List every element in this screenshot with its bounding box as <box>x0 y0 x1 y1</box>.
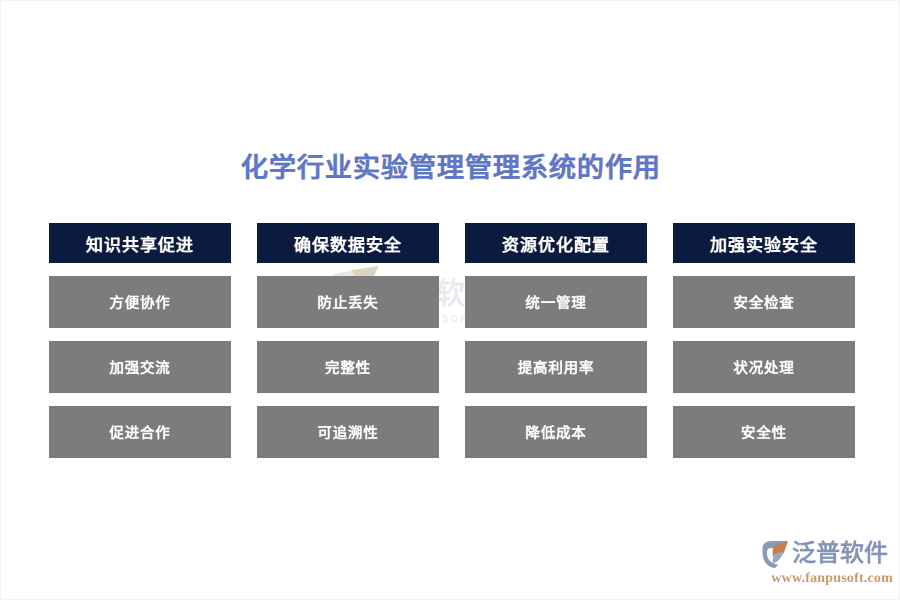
grid-cell: 安全性 <box>673 406 855 458</box>
column-header: 确保数据安全 <box>257 223 439 263</box>
column-lab-safety: 加强实验安全 安全检查 状况处理 安全性 <box>673 223 855 458</box>
column-resource-optimization: 资源优化配置 统一管理 提高利用率 降低成本 <box>465 223 647 458</box>
slide-canvas: 化学行业实验管理管理系统的作用 泛普软件 FANPU SOFTWARE 知识共享… <box>0 0 900 600</box>
grid-cell: 安全检查 <box>673 276 855 328</box>
grid-cell: 防止丢失 <box>257 276 439 328</box>
column-header: 加强实验安全 <box>673 223 855 263</box>
benefits-grid: 知识共享促进 方便协作 加强交流 促进合作 确保数据安全 防止丢失 完整性 可追… <box>49 223 855 458</box>
grid-cell: 加强交流 <box>49 341 231 393</box>
fanpu-logo-mark-icon <box>761 539 791 569</box>
column-header: 知识共享促进 <box>49 223 231 263</box>
grid-cell: 状况处理 <box>673 341 855 393</box>
grid-cell: 完整性 <box>257 341 439 393</box>
logo-url: www.fanpusoft.com <box>771 571 893 586</box>
column-knowledge-sharing: 知识共享促进 方便协作 加强交流 促进合作 <box>49 223 231 458</box>
grid-cell: 促进合作 <box>49 406 231 458</box>
brand-logo: 泛普软件 www.fanpusoft.com <box>761 537 893 589</box>
column-header: 资源优化配置 <box>465 223 647 263</box>
grid-cell: 降低成本 <box>465 406 647 458</box>
grid-cell: 统一管理 <box>465 276 647 328</box>
page-title: 化学行业实验管理管理系统的作用 <box>241 153 661 183</box>
logo-wordmark: 泛普软件 <box>792 540 888 567</box>
logo-row: 泛普软件 <box>761 537 893 571</box>
column-data-security: 确保数据安全 防止丢失 完整性 可追溯性 <box>257 223 439 458</box>
grid-cell: 提高利用率 <box>465 341 647 393</box>
grid-cell: 方便协作 <box>49 276 231 328</box>
grid-cell: 可追溯性 <box>257 406 439 458</box>
